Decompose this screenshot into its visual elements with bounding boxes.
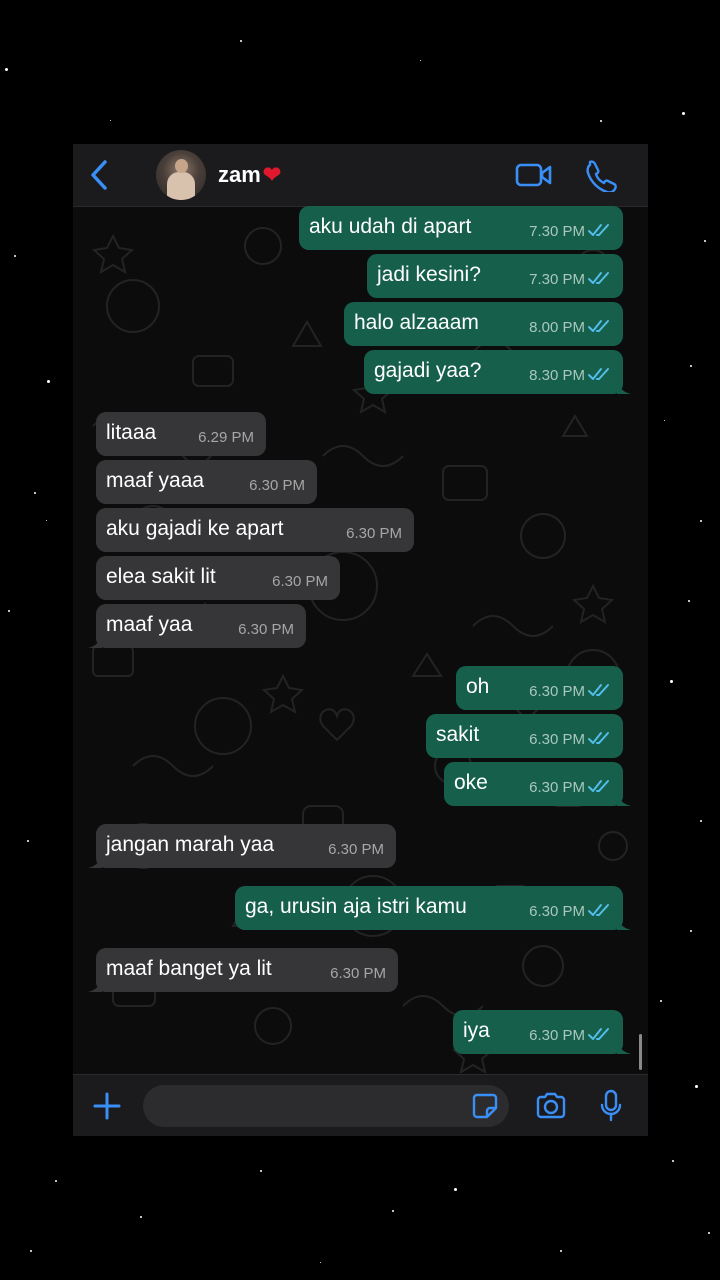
double-check-icon <box>588 732 609 744</box>
message-time: 6.30 PM <box>529 731 585 748</box>
incoming-message[interactable]: aku gajadi ke apart 6.30 PM <box>96 508 414 552</box>
double-check-icon <box>588 368 609 380</box>
contact-avatar[interactable] <box>156 150 206 200</box>
message-time: 6.30 PM <box>272 573 328 590</box>
double-check-icon <box>588 684 609 696</box>
outgoing-message[interactable]: oh 6.30 PM <box>456 666 623 710</box>
message-time: 6.30 PM <box>330 965 386 982</box>
bubble-tail <box>617 1040 631 1054</box>
message-input[interactable] <box>143 1085 509 1127</box>
heart-emoji: ❤ <box>262 162 282 187</box>
incoming-message[interactable]: litaaa 6.29 PM <box>96 412 266 456</box>
message-text: ga, urusin aja istri kamu <box>245 895 467 918</box>
outgoing-message[interactable]: gajadi yaa? 8.30 PM <box>364 350 631 394</box>
message-text: litaaa <box>106 421 157 444</box>
double-check-icon <box>588 224 609 236</box>
message-time: 8.30 PM <box>529 367 585 384</box>
message-time: 6.30 PM <box>346 525 402 542</box>
message-time: 6.30 PM <box>529 683 585 700</box>
message-text: iya <box>463 1019 490 1042</box>
double-check-icon <box>588 320 609 332</box>
message-text: halo alzaaam <box>354 311 479 334</box>
outgoing-message[interactable]: ga, urusin aja istri kamu 6.30 PM <box>235 886 631 930</box>
message-text: elea sakit lit <box>106 565 216 588</box>
bubble-tail <box>88 978 102 992</box>
message-time: 7.30 PM <box>529 223 585 240</box>
message-text: oke <box>454 771 488 794</box>
message-time: 6.30 PM <box>529 779 585 796</box>
message-time: 6.30 PM <box>328 841 384 858</box>
incoming-message[interactable]: maaf yaa 6.30 PM <box>88 604 306 648</box>
double-check-icon <box>588 272 609 284</box>
outgoing-message[interactable]: iya 6.30 PM <box>453 1010 631 1054</box>
plus-icon[interactable] <box>93 1092 121 1120</box>
message-time: 7.30 PM <box>529 271 585 288</box>
scrollbar[interactable] <box>639 1034 642 1070</box>
contact-name-text: zam <box>218 162 261 187</box>
message-time: 6.29 PM <box>198 429 254 446</box>
bubble-tail <box>88 634 102 648</box>
contact-name[interactable]: zam❤ <box>218 162 281 188</box>
message-text: maaf yaaa <box>106 469 205 492</box>
bubble-tail <box>617 792 631 806</box>
incoming-message[interactable]: maaf yaaa 6.30 PM <box>96 460 317 504</box>
outgoing-message[interactable]: halo alzaaam 8.00 PM <box>344 302 623 346</box>
message-text: sakit <box>436 723 480 746</box>
incoming-message[interactable]: maaf banget ya lit 6.30 PM <box>88 948 398 992</box>
sticker-icon[interactable] <box>471 1092 499 1120</box>
chat-screen: zam❤ aku udah di apart 7.30 PM jadi kesini… <box>73 144 648 1136</box>
double-check-icon <box>588 904 609 916</box>
outgoing-message[interactable]: jadi kesini? 7.30 PM <box>367 254 623 298</box>
double-check-icon <box>588 1028 609 1040</box>
message-text: oh <box>466 675 490 698</box>
message-text: jadi kesini? <box>377 263 481 286</box>
message-text: maaf yaa <box>106 613 193 636</box>
incoming-message[interactable]: jangan marah yaa 6.30 PM <box>88 824 396 868</box>
double-check-icon <box>588 780 609 792</box>
bubble-tail <box>617 916 631 930</box>
video-call-icon[interactable] <box>515 162 553 188</box>
message-text: jangan marah yaa <box>106 833 275 856</box>
message-time: 6.30 PM <box>529 1027 585 1044</box>
message-text: aku gajadi ke apart <box>106 517 284 540</box>
outgoing-message[interactable]: aku udah di apart 7.30 PM <box>299 206 623 250</box>
chat-header: zam❤ <box>73 144 648 207</box>
message-text: gajadi yaa? <box>374 359 482 382</box>
bubble-tail <box>617 380 631 394</box>
bubble-tail <box>88 854 102 868</box>
message-composer <box>73 1074 648 1136</box>
message-time: 8.00 PM <box>529 319 585 336</box>
message-time: 6.30 PM <box>238 621 294 638</box>
microphone-icon[interactable] <box>599 1089 623 1123</box>
message-text: aku udah di apart <box>309 215 472 238</box>
phone-call-icon[interactable] <box>583 158 617 192</box>
camera-icon[interactable] <box>535 1092 567 1120</box>
message-time: 6.30 PM <box>529 903 585 920</box>
message-text: maaf banget ya lit <box>106 957 272 980</box>
outgoing-message[interactable]: oke 6.30 PM <box>444 762 631 806</box>
back-chevron-icon[interactable] <box>87 158 113 192</box>
incoming-message[interactable]: elea sakit lit 6.30 PM <box>96 556 340 600</box>
outgoing-message[interactable]: sakit 6.30 PM <box>426 714 623 758</box>
message-time: 6.30 PM <box>249 477 305 494</box>
